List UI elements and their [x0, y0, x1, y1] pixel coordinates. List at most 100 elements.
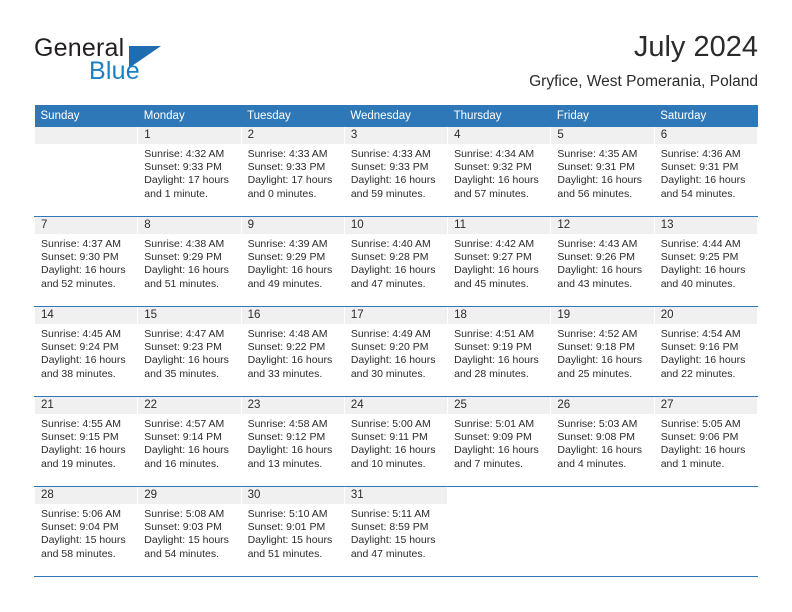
sunset-text: Sunset: 9:22 PM [247, 341, 326, 354]
calendar-day-cell[interactable]: 19 Sunrise: 4:52 AM Sunset: 9:18 PM Dayligh… [550, 306, 655, 397]
day-number: 5 [551, 127, 654, 144]
daylight-text-line1: Daylight: 16 hours [454, 174, 539, 187]
day-cell-content: 7 Sunrise: 4:37 AM Sunset: 9:30 PM Daylight… [35, 217, 138, 306]
calendar-day-cell[interactable]: 15 Sunrise: 4:47 AM Sunset: 9:23 PM Dayligh… [137, 306, 242, 397]
daylight-text-line1: Daylight: 16 hours [41, 354, 126, 367]
calendar-day-cell[interactable]: 5 Sunrise: 4:35 AM Sunset: 9:31 PM Daylight… [550, 127, 655, 217]
daylight-text-line2: and 57 minutes. [454, 187, 529, 200]
daylight-text-line2: and 13 minutes. [247, 457, 323, 470]
calendar-day-cell[interactable]: 24 Sunrise: 5:00 AM Sunset: 9:11 PM Dayligh… [343, 396, 449, 487]
calendar-day-cell[interactable]: 4 Sunrise: 4:34 AM Sunset: 9:32 PM Daylight… [447, 127, 552, 217]
day-details: Sunrise: 4:58 AM Sunset: 9:12 PM Daylight:… [242, 414, 344, 471]
day-details: Sunrise: 4:44 AM Sunset: 9:25 PM Daylight:… [655, 234, 757, 291]
sunrise-text: Sunrise: 5:05 AM [660, 418, 741, 430]
daylight-text-line1: Daylight: 15 hours [350, 534, 436, 547]
daylight-text-line1: Daylight: 15 hours [144, 534, 229, 547]
calendar-week-row: 14 Sunrise: 4:45 AM Sunset: 9:24 PM Dayligh… [33, 306, 759, 397]
calendar-day-cell[interactable]: 29 Sunrise: 5:08 AM Sunset: 9:03 PM Dayligh… [137, 486, 242, 577]
daylight-text-line1: Daylight: 16 hours [454, 444, 539, 457]
sunrise-text: Sunrise: 4:49 AM [350, 328, 431, 340]
daylight-text-line1: Daylight: 16 hours [557, 174, 643, 187]
day-cell-content: 16 Sunrise: 4:48 AM Sunset: 9:22 PM Dayligh… [241, 307, 344, 396]
calendar-week-row: 7 Sunrise: 4:37 AM Sunset: 9:30 PM Daylight… [33, 216, 759, 307]
page-title: July 2024 [633, 31, 758, 63]
calendar-day-cell[interactable]: 18 Sunrise: 4:51 AM Sunset: 9:19 PM Dayligh… [447, 306, 552, 397]
calendar-day-cell[interactable]: 6 Sunrise: 4:36 AM Sunset: 9:31 PM Daylight… [653, 127, 759, 217]
calendar-day-cell[interactable]: 23 Sunrise: 4:58 AM Sunset: 9:12 PM Dayligh… [240, 396, 345, 487]
calendar-day-cell[interactable]: 7 Sunrise: 4:37 AM Sunset: 9:30 PM Daylight… [33, 216, 139, 307]
calendar-day-cell[interactable]: 3 Sunrise: 4:33 AM Sunset: 9:33 PM Daylight… [343, 127, 449, 217]
day-number: 26 [551, 397, 654, 414]
calendar-day-cell[interactable]: 12 Sunrise: 4:43 AM Sunset: 9:26 PM Dayligh… [550, 216, 655, 307]
calendar-day-cell[interactable]: 20 Sunrise: 4:54 AM Sunset: 9:16 PM Dayligh… [653, 306, 759, 397]
day-details: Sunrise: 4:37 AM Sunset: 9:30 PM Daylight:… [35, 234, 137, 291]
day-number: 3 [344, 127, 448, 144]
weekday-header-tuesday: Tuesday [241, 105, 345, 127]
sunrise-text: Sunrise: 4:58 AM [247, 418, 328, 430]
daylight-text-line2: and 47 minutes. [350, 277, 426, 290]
calendar-day-cell[interactable]: 13 Sunrise: 4:44 AM Sunset: 9:25 PM Dayligh… [653, 216, 759, 307]
day-cell-content: 31 Sunrise: 5:11 AM Sunset: 8:59 PM Dayligh… [344, 487, 448, 576]
daylight-text-line2: and 56 minutes. [557, 187, 633, 200]
calendar-week-row: 28 Sunrise: 5:06 AM Sunset: 9:04 PM Dayligh… [33, 486, 759, 577]
daylight-text-line2: and 35 minutes. [144, 367, 219, 380]
day-details: Sunrise: 4:35 AM Sunset: 9:31 PM Daylight:… [551, 144, 653, 201]
calendar-day-cell[interactable]: 21 Sunrise: 4:55 AM Sunset: 9:15 PM Dayligh… [33, 396, 139, 487]
daylight-text-line1: Daylight: 15 hours [247, 534, 333, 547]
calendar-day-cell[interactable]: 22 Sunrise: 4:57 AM Sunset: 9:14 PM Dayligh… [137, 396, 242, 487]
daylight-text-line1: Daylight: 16 hours [350, 174, 436, 187]
sunrise-text: Sunrise: 5:11 AM [350, 508, 431, 520]
sunset-text: Sunset: 9:27 PM [454, 251, 532, 264]
day-cell-content: 4 Sunrise: 4:34 AM Sunset: 9:32 PM Daylight… [448, 127, 551, 216]
day-details: Sunrise: 5:03 AM Sunset: 9:08 PM Daylight:… [551, 414, 653, 471]
sunrise-text: Sunrise: 4:52 AM [557, 328, 638, 340]
calendar-day-cell[interactable]: 27 Sunrise: 5:05 AM Sunset: 9:06 PM Dayligh… [653, 396, 759, 487]
calendar-day-cell[interactable]: 31 Sunrise: 5:11 AM Sunset: 8:59 PM Dayligh… [343, 486, 449, 577]
calendar-day-cell[interactable]: 26 Sunrise: 5:03 AM Sunset: 9:08 PM Dayligh… [550, 396, 655, 487]
day-number: 13 [654, 217, 757, 234]
daylight-text-line2: and 1 minute. [144, 187, 208, 200]
day-number: 22 [138, 397, 241, 414]
sunrise-text: Sunrise: 4:34 AM [454, 148, 535, 160]
daylight-text-line2: and 1 minute. [660, 457, 725, 470]
sunset-text: Sunset: 9:03 PM [144, 521, 222, 534]
calendar-day-cell[interactable]: 30 Sunrise: 5:10 AM Sunset: 9:01 PM Dayligh… [240, 486, 345, 577]
day-number: 15 [138, 307, 241, 324]
day-cell-content: 14 Sunrise: 4:45 AM Sunset: 9:24 PM Dayligh… [35, 307, 138, 396]
day-details: Sunrise: 4:43 AM Sunset: 9:26 PM Daylight:… [551, 234, 653, 291]
day-number: 21 [35, 397, 138, 414]
calendar-day-cell[interactable]: 25 Sunrise: 5:01 AM Sunset: 9:09 PM Dayligh… [447, 396, 552, 487]
sunrise-text: Sunrise: 4:48 AM [247, 328, 328, 340]
day-number: 12 [551, 217, 654, 234]
sunset-text: Sunset: 9:15 PM [41, 431, 119, 444]
sunrise-text: Sunrise: 4:39 AM [247, 238, 328, 250]
daylight-text-line2: and 43 minutes. [557, 277, 633, 290]
general-blue-logo[interactable]: General Blue [34, 34, 244, 92]
calendar-day-cell[interactable]: 8 Sunrise: 4:38 AM Sunset: 9:29 PM Daylight… [137, 216, 242, 307]
calendar-day-cell[interactable]: 17 Sunrise: 4:49 AM Sunset: 9:20 PM Dayligh… [343, 306, 449, 397]
sunset-text: Sunset: 9:31 PM [557, 161, 636, 174]
sunrise-text: Sunrise: 4:43 AM [557, 238, 638, 250]
calendar-day-cell[interactable]: 11 Sunrise: 4:42 AM Sunset: 9:27 PM Dayligh… [447, 216, 552, 307]
calendar-day-cell[interactable]: 1 Sunrise: 4:32 AM Sunset: 9:33 PM Daylight… [137, 127, 242, 217]
calendar-day-cell[interactable]: 2 Sunrise: 4:33 AM Sunset: 9:33 PM Daylight… [240, 127, 345, 217]
day-cell-content: 5 Sunrise: 4:35 AM Sunset: 9:31 PM Daylight… [551, 127, 654, 216]
sunset-text: Sunset: 9:04 PM [41, 521, 119, 534]
calendar-day-cell[interactable]: 28 Sunrise: 5:06 AM Sunset: 9:04 PM Dayligh… [33, 486, 139, 577]
day-cell-content: 23 Sunrise: 4:58 AM Sunset: 9:12 PM Dayligh… [241, 397, 344, 486]
sunrise-text: Sunrise: 4:44 AM [660, 238, 741, 250]
daylight-text-line1: Daylight: 16 hours [144, 354, 229, 367]
sunrise-text: Sunrise: 4:47 AM [144, 328, 225, 340]
sunrise-text: Sunrise: 5:10 AM [247, 508, 328, 520]
calendar-day-cell[interactable]: 16 Sunrise: 4:48 AM Sunset: 9:22 PM Dayligh… [240, 306, 345, 397]
day-number: 19 [551, 307, 654, 324]
sunset-text: Sunset: 8:59 PM [350, 521, 429, 534]
calendar-day-cell[interactable]: 10 Sunrise: 4:40 AM Sunset: 9:28 PM Dayligh… [343, 216, 449, 307]
day-details: Sunrise: 5:00 AM Sunset: 9:11 PM Daylight:… [345, 414, 447, 471]
calendar-day-cell[interactable]: 9 Sunrise: 4:39 AM Sunset: 9:29 PM Daylight… [240, 216, 345, 307]
daylight-text-line1: Daylight: 16 hours [660, 264, 746, 277]
day-cell-content: 19 Sunrise: 4:52 AM Sunset: 9:18 PM Dayligh… [551, 307, 654, 396]
day-number: 20 [654, 307, 757, 324]
sunset-text: Sunset: 9:18 PM [557, 341, 636, 354]
calendar-day-cell[interactable]: 14 Sunrise: 4:45 AM Sunset: 9:24 PM Dayligh… [33, 306, 139, 397]
